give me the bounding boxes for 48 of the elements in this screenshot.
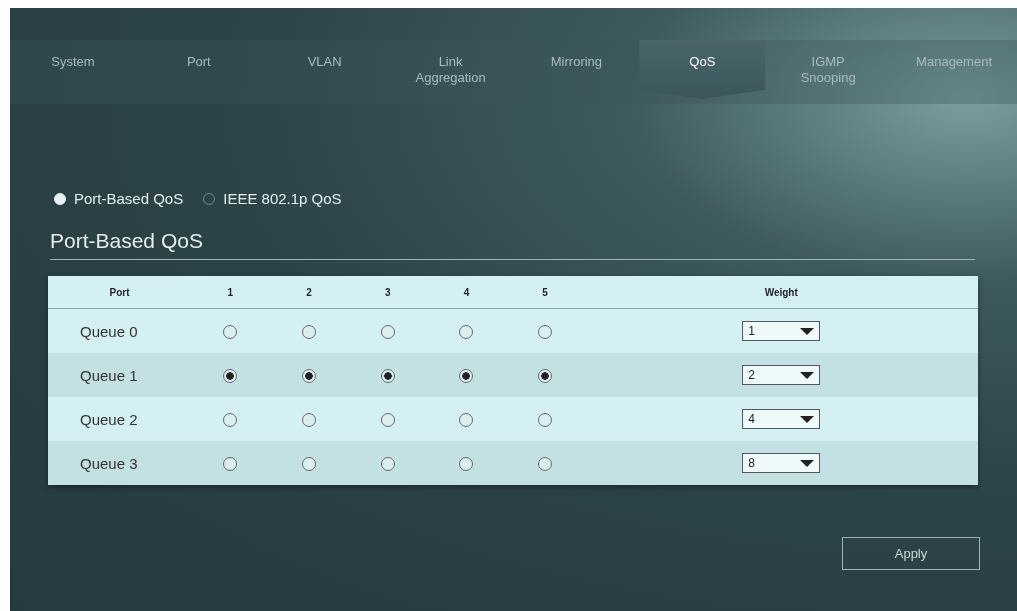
radio-button[interactable] — [459, 368, 474, 383]
row-label: Queue 2 — [48, 397, 191, 441]
caret-icon — [800, 371, 815, 379]
radio-button[interactable] — [459, 412, 474, 427]
caret-icon — [800, 415, 815, 423]
radio-button[interactable] — [538, 368, 553, 383]
radio-button[interactable] — [459, 324, 474, 339]
column-header: 2 — [269, 276, 349, 309]
column-header: 1 — [191, 276, 270, 309]
nav-tab[interactable]: Port — [135, 40, 262, 104]
row-label: Queue 1 — [48, 353, 191, 397]
apply-button[interactable]: Apply — [842, 537, 980, 570]
nav-tab[interactable]: System — [10, 40, 136, 104]
row-label: Queue 0 — [48, 308, 191, 353]
radio-button[interactable] — [380, 412, 395, 427]
column-header: Weight — [584, 276, 978, 309]
section-title: Port-Based QoS — [50, 229, 975, 260]
radio-button[interactable] — [302, 324, 317, 339]
weight-dropdown[interactable]: 2 — [742, 365, 821, 385]
column-header: 5 — [505, 276, 585, 309]
radio-label[interactable]: Port-Based QoS — [74, 190, 184, 207]
radio-button[interactable] — [380, 456, 395, 471]
radio-button[interactable] — [223, 412, 238, 427]
weight-dropdown[interactable]: 1 — [742, 321, 821, 341]
radio-button[interactable] — [538, 324, 553, 339]
caret-icon — [800, 459, 815, 467]
radio-button[interactable] — [538, 412, 553, 427]
radio-button[interactable] — [459, 456, 474, 471]
column-header: Port — [48, 276, 191, 309]
caret-icon — [800, 327, 815, 335]
nav-tab[interactable]: Link Aggregation — [387, 40, 514, 104]
radio-button[interactable] — [302, 368, 317, 383]
radio-button[interactable] — [223, 368, 238, 383]
row-label: Queue 3 — [48, 441, 191, 485]
radio-button[interactable] — [302, 412, 317, 427]
radio-label[interactable]: IEEE 802.1p QoS — [223, 190, 342, 207]
weight-dropdown[interactable]: 8 — [742, 453, 821, 473]
nav-tab[interactable]: VLAN — [261, 40, 388, 104]
radio-button[interactable] — [380, 324, 395, 339]
weight-dropdown[interactable]: 4 — [742, 409, 821, 429]
radio-button[interactable] — [302, 456, 317, 471]
radio-button[interactable] — [223, 324, 238, 339]
radio-button[interactable] — [538, 456, 553, 471]
nav-tab[interactable]: Mirroring — [513, 40, 640, 104]
column-header: 4 — [427, 276, 506, 309]
radio-button[interactable] — [380, 368, 395, 383]
radio-button[interactable] — [223, 456, 238, 471]
column-header: 3 — [348, 276, 428, 309]
